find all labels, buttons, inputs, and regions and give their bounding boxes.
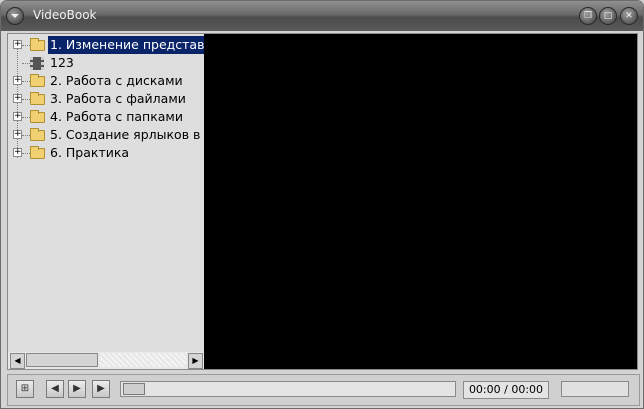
scroll-left-icon[interactable]: ◀ (10, 353, 25, 369)
expand-icon[interactable]: + (13, 94, 22, 103)
tree-horizontal-scrollbar[interactable]: ◀ ▶ (8, 352, 204, 369)
tree-connector (22, 117, 30, 118)
tree-node-label: 123 (50, 55, 74, 70)
app-window: VideoBook ❐ □ ✕ + 1. Изменение представ … (0, 0, 644, 409)
seek-slider[interactable] (120, 381, 456, 397)
tree-node[interactable]: 123 (8, 54, 204, 72)
play-button[interactable]: ▶ (68, 380, 86, 398)
tree-connector (22, 153, 30, 154)
tree-node-label: 5. Создание ярлыков в п (50, 127, 204, 142)
tree-node-label: 6. Практика (50, 145, 130, 160)
folder-icon (30, 110, 45, 123)
seek-thumb[interactable] (123, 383, 145, 395)
folder-icon (30, 128, 45, 141)
tree-node-label: 1. Изменение представ (48, 36, 204, 54)
folder-icon (30, 38, 45, 51)
tree-node-label: 2. Работа с дисками (50, 73, 183, 88)
video-display[interactable] (204, 34, 637, 369)
tree-node-label: 4. Работа с папками (50, 109, 183, 124)
tree-connector (22, 135, 30, 136)
folder-icon (30, 146, 45, 159)
chapter-tree[interactable]: + 1. Изменение представ 123 + 2. Работа … (8, 34, 204, 369)
system-menu-button[interactable] (6, 7, 24, 25)
tree-connector (22, 99, 30, 100)
tree-node[interactable]: + 2. Работа с дисками (8, 72, 204, 90)
restore-button[interactable]: ❐ (579, 7, 597, 25)
tree-node[interactable]: + 4. Работа с папками (8, 108, 204, 126)
title-bar[interactable]: VideoBook ❐ □ ✕ (1, 1, 643, 31)
volume-slider[interactable] (561, 381, 629, 397)
window-title: VideoBook (33, 8, 97, 22)
expand-icon[interactable]: + (13, 76, 22, 85)
tree-connector (22, 63, 30, 64)
tree-node[interactable]: + 3. Работа с файлами (8, 90, 204, 108)
tree-connector (22, 81, 30, 82)
scroll-track[interactable] (100, 353, 186, 367)
expand-icon[interactable]: + (13, 40, 22, 49)
film-icon (30, 57, 44, 70)
folder-icon (30, 74, 45, 87)
maximize-button[interactable]: □ (599, 7, 617, 25)
close-button[interactable]: ✕ (620, 7, 638, 25)
expand-icon[interactable]: + (13, 112, 22, 121)
tree-connector (22, 45, 30, 46)
player-controls: ⊞ ◀ ▶ ▶ 00:00 / 00:00 (7, 374, 640, 406)
time-display: 00:00 / 00:00 (463, 381, 549, 399)
client-area: + 1. Изменение представ 123 + 2. Работа … (7, 33, 638, 370)
playlist-toggle-button[interactable]: ⊞ (16, 380, 34, 398)
scroll-thumb[interactable] (26, 353, 98, 367)
expand-icon[interactable]: + (13, 148, 22, 157)
previous-button[interactable]: ◀ (46, 380, 64, 398)
tree-node[interactable]: + 1. Изменение представ (8, 36, 204, 54)
next-button[interactable]: ▶ (92, 380, 110, 398)
tree-node[interactable]: + 6. Практика (8, 144, 204, 162)
scroll-right-icon[interactable]: ▶ (188, 353, 203, 369)
tree-node-label: 3. Работа с файлами (50, 91, 186, 106)
expand-icon[interactable]: + (13, 130, 22, 139)
folder-icon (30, 92, 45, 105)
tree-node[interactable]: + 5. Создание ярлыков в п (8, 126, 204, 144)
